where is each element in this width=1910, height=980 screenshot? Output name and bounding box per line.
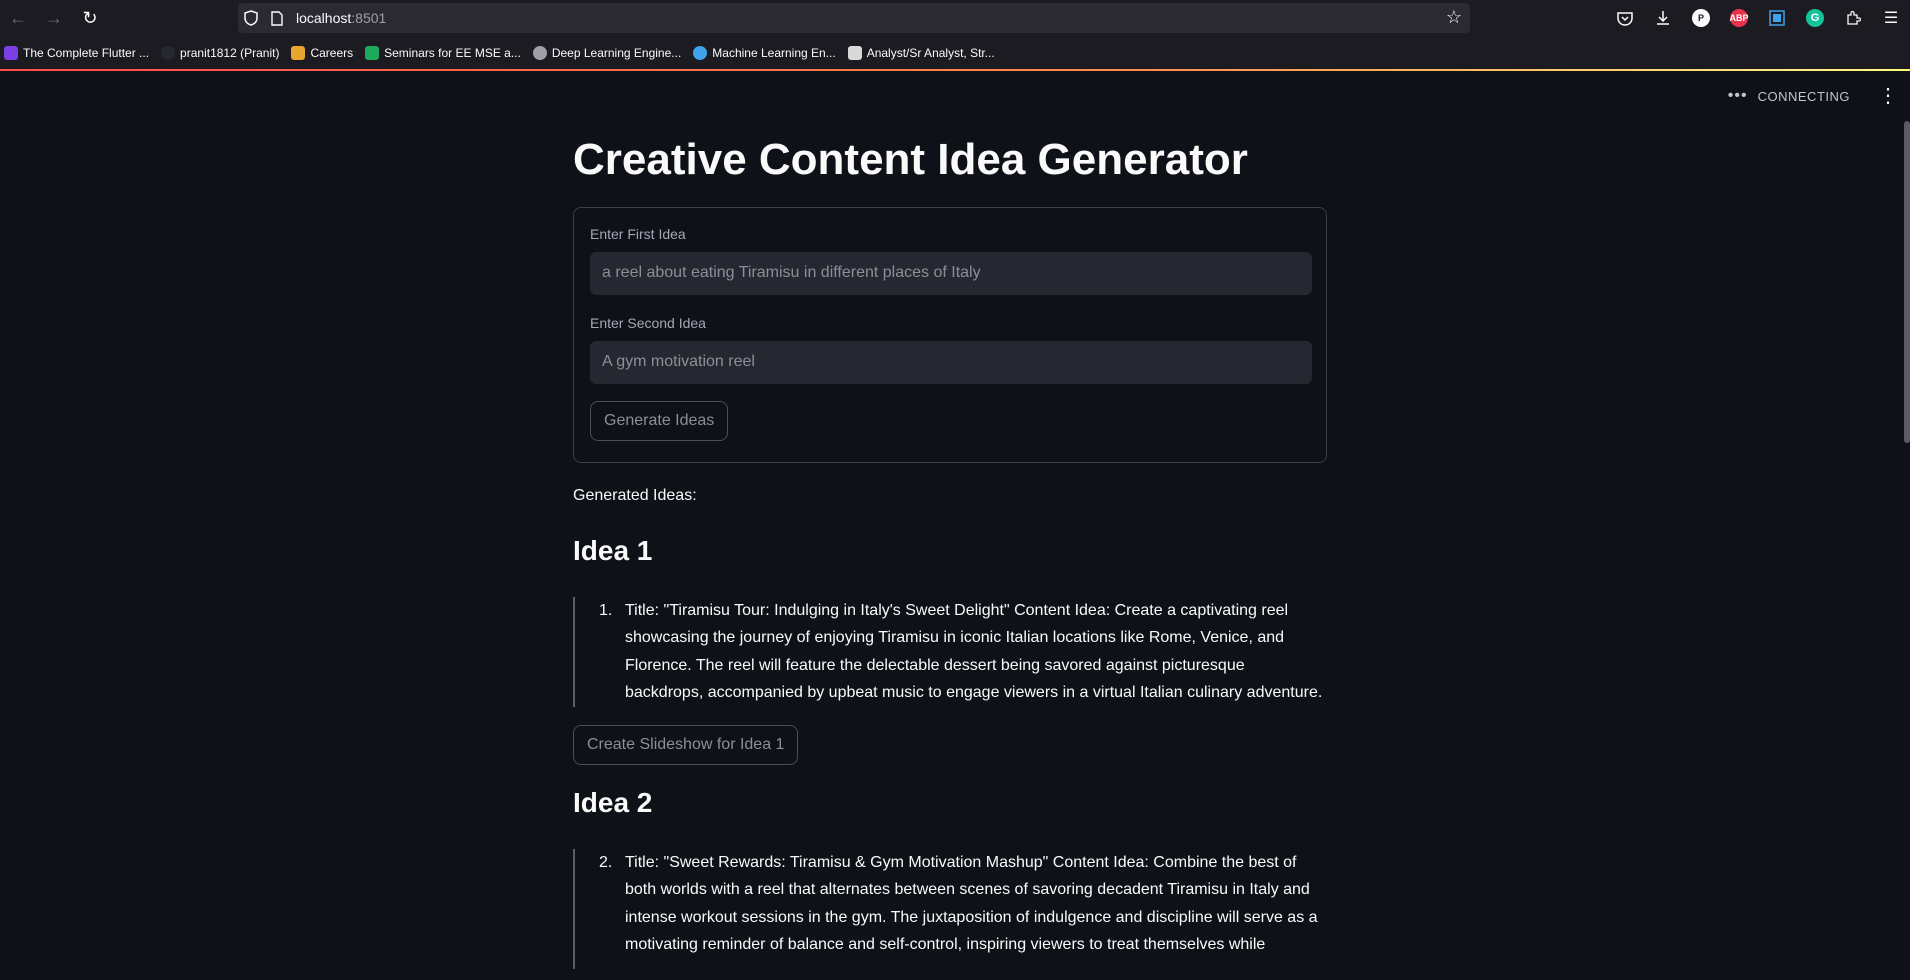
page-icon bbox=[264, 3, 290, 33]
connecting-dots-icon: ••• bbox=[1727, 87, 1748, 104]
pocket-icon[interactable] bbox=[1606, 0, 1644, 36]
bookmarks-bar: The Complete Flutter ... pranit1812 (Pran… bbox=[0, 36, 1910, 69]
browser-toolbar: ← → ↻ localhost:8501 ☆ P ABP G ☰ bbox=[0, 0, 1910, 36]
hamburger-menu-icon[interactable]: ☰ bbox=[1872, 0, 1910, 36]
bookmark-item[interactable]: Deep Learning Engine... bbox=[532, 45, 682, 60]
bookmark-label: Deep Learning Engine... bbox=[551, 45, 682, 60]
bookmark-favicon-icon bbox=[532, 45, 547, 60]
back-arrow-icon[interactable]: ← bbox=[0, 0, 36, 36]
bookmark-label: Careers bbox=[310, 45, 354, 60]
first-idea-field[interactable] bbox=[590, 251, 1312, 295]
status-text: CONNECTING bbox=[1757, 88, 1850, 104]
forward-arrow-icon[interactable]: → bbox=[36, 0, 72, 36]
adblock-plus-icon[interactable]: ABP bbox=[1720, 0, 1758, 36]
reload-icon[interactable]: ↻ bbox=[72, 0, 108, 36]
url-port: :8501 bbox=[351, 10, 387, 26]
page-title: Creative Content Idea Generator bbox=[573, 135, 1248, 184]
p-badge: P bbox=[1692, 9, 1710, 27]
second-idea-field[interactable] bbox=[590, 340, 1312, 384]
idea-2-heading: Idea 2 bbox=[573, 786, 653, 818]
bookmark-item[interactable]: Analyst/Sr Analyst, Str... bbox=[847, 45, 995, 60]
url-bar[interactable]: localhost:8501 ☆ bbox=[238, 3, 1470, 33]
extensions-puzzle-icon[interactable] bbox=[1834, 0, 1872, 36]
bookmark-label: Analyst/Sr Analyst, Str... bbox=[866, 45, 995, 60]
idea-1-number: 1. bbox=[599, 601, 613, 619]
page-scrollbar[interactable] bbox=[1904, 121, 1910, 443]
second-idea-label: Enter Second Idea bbox=[590, 314, 706, 331]
profile-extension-icon[interactable]: P bbox=[1682, 0, 1720, 36]
idea-2-text: Title: "Sweet Rewards: Tiramisu & Gym Mo… bbox=[625, 853, 1318, 954]
second-idea-input[interactable] bbox=[600, 352, 1312, 373]
connection-status: ••• CONNECTING bbox=[1728, 87, 1850, 105]
idea-1-blockquote: 1. Title: "Tiramisu Tour: Indulging in I… bbox=[573, 596, 1327, 707]
abp-badge: ABP bbox=[1730, 9, 1749, 27]
g-badge: G bbox=[1806, 9, 1824, 27]
main-content: Creative Content Idea Generator Enter Fi… bbox=[573, 121, 1327, 969]
grammarly-icon[interactable]: G bbox=[1796, 0, 1834, 36]
generated-ideas-label: Generated Ideas: bbox=[573, 486, 697, 504]
bookmark-favicon-icon bbox=[693, 45, 708, 60]
bookmark-item[interactable]: pranit1812 (Pranit) bbox=[161, 45, 280, 60]
main-menu-kebab-icon[interactable]: ⋮ bbox=[1878, 83, 1898, 108]
bookmark-favicon-icon bbox=[291, 45, 306, 60]
bookmark-item[interactable]: The Complete Flutter ... bbox=[4, 45, 150, 60]
idea-2-number: 2. bbox=[599, 853, 613, 871]
download-icon[interactable] bbox=[1644, 0, 1682, 36]
first-idea-input[interactable] bbox=[600, 263, 1312, 284]
shield-icon[interactable] bbox=[238, 3, 264, 33]
bookmark-favicon-icon bbox=[4, 45, 18, 60]
idea-form: Enter First Idea Enter Second Idea Gener… bbox=[573, 206, 1327, 463]
bookmark-label: The Complete Flutter ... bbox=[23, 45, 150, 60]
app-header: ••• CONNECTING ⋮ bbox=[0, 71, 1910, 121]
generate-ideas-button[interactable]: Generate Ideas bbox=[590, 400, 729, 441]
first-idea-label: Enter First Idea bbox=[590, 225, 686, 242]
bookmark-label: Machine Learning En... bbox=[712, 45, 836, 60]
create-slideshow-idea-1-button[interactable]: Create Slideshow for Idea 1 bbox=[573, 724, 799, 765]
bookmark-label: pranit1812 (Pranit) bbox=[180, 45, 280, 60]
idea-1-text: Title: "Tiramisu Tour: Indulging in Ital… bbox=[625, 601, 1323, 702]
bookmark-label: Seminars for EE MSE a... bbox=[384, 45, 521, 60]
bookmark-favicon-icon bbox=[161, 45, 176, 60]
bookmark-favicon-icon bbox=[365, 45, 380, 60]
url-host: localhost bbox=[296, 10, 352, 26]
screenshot-extension-icon[interactable] bbox=[1758, 0, 1796, 36]
bookmark-star-icon[interactable]: ☆ bbox=[1446, 7, 1462, 28]
bookmark-item[interactable]: Careers bbox=[291, 45, 354, 60]
idea-2-blockquote: 2. Title: "Sweet Rewards: Tiramisu & Gym… bbox=[573, 848, 1327, 969]
bookmark-favicon-icon bbox=[847, 45, 862, 60]
bookmark-item[interactable]: Machine Learning En... bbox=[693, 45, 836, 60]
bookmark-item[interactable]: Seminars for EE MSE a... bbox=[365, 45, 521, 60]
idea-1-heading: Idea 1 bbox=[573, 534, 653, 566]
